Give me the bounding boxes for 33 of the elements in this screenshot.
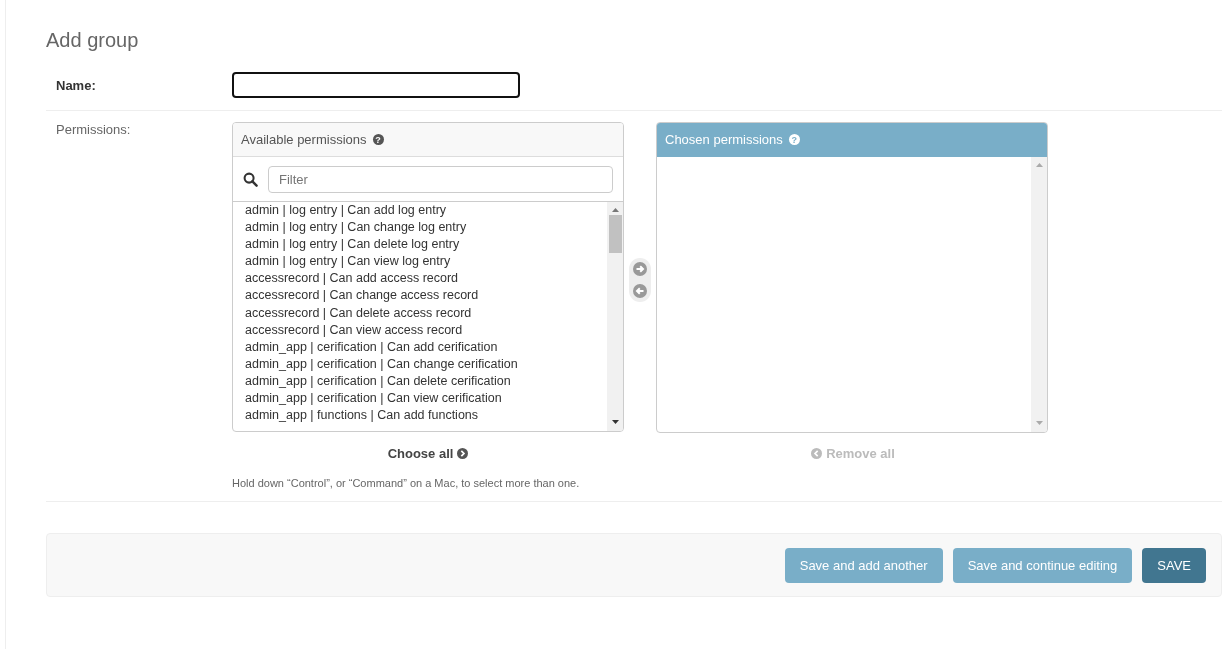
arrow-right-icon — [457, 448, 469, 459]
permission-option[interactable]: admin | log entry | Can view log entry — [245, 253, 607, 271]
scrollbar-thumb[interactable] — [608, 215, 622, 253]
permission-option[interactable]: admin_app | cerification | Can change cerification — [245, 355, 607, 373]
help-text: Hold down “Control”, or “Command” on a Mac, to select more than one. — [232, 477, 581, 489]
permission-option[interactable]: admin | log entry | Can change log entry — [245, 219, 607, 237]
permission-option[interactable]: admin_app | functions | Can add functions — [245, 407, 607, 425]
scroll-up-icon[interactable] — [611, 208, 619, 212]
page-title: Add group — [46, 29, 140, 52]
help-icon[interactable]: ? — [372, 134, 384, 145]
panel-title: Chosen permissions — [665, 132, 783, 147]
permission-option[interactable]: accessrecord | Can delete access record — [245, 304, 607, 322]
panel-title: Available permissions — [241, 132, 367, 147]
permission-option[interactable]: admin | log entry | Can delete log entry — [245, 236, 607, 254]
permission-option[interactable]: accessrecord | Can add access record — [245, 270, 607, 288]
choose-all-link[interactable]: Choose all — [232, 446, 624, 461]
permission-option[interactable]: admin_app | cerification | Can view cerification — [245, 390, 607, 408]
permission-option[interactable]: accessrecord | Can change access record — [245, 287, 607, 305]
permission-option[interactable]: accessrecord | Can view access record — [245, 321, 607, 339]
permission-option[interactable]: admin | log entry | Can add log entry — [245, 202, 607, 220]
scroll-down-icon[interactable] — [611, 420, 619, 424]
scrollbar[interactable] — [607, 202, 623, 431]
permission-option[interactable]: admin_app | cerification | Can add cerification — [245, 338, 607, 356]
filter-field[interactable]: Filter — [268, 165, 613, 193]
name-input[interactable] — [232, 72, 520, 98]
search-icon — [243, 171, 258, 187]
field-label: Name: — [55, 77, 97, 93]
scroll-up-icon[interactable] — [1035, 163, 1043, 167]
permission-option[interactable]: admin_app | cerification | Can delete cerification — [245, 372, 607, 391]
arrow-left-icon — [811, 448, 823, 459]
save-button[interactable]: SAVE — [1142, 547, 1206, 583]
field-label: Permissions: — [55, 122, 132, 139]
scrollbar[interactable] — [1031, 157, 1047, 432]
